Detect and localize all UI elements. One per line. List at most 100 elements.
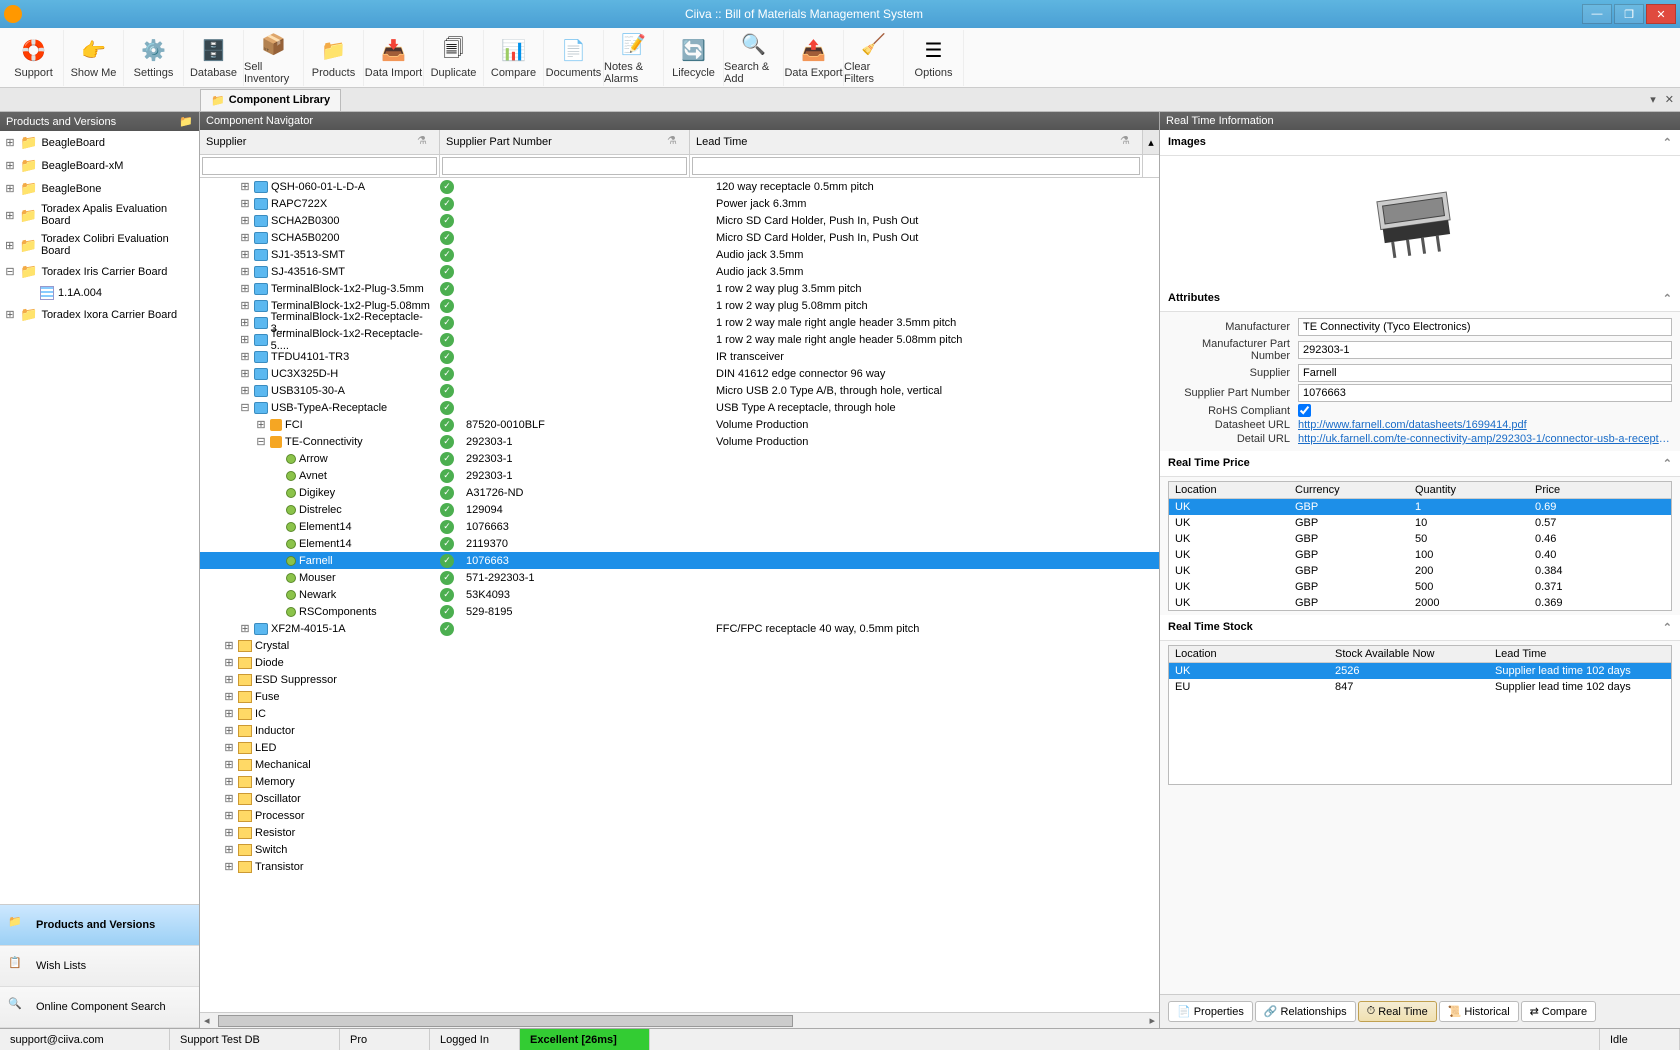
grid-row[interactable]: ⊞TerminalBlock-1x2-Receptacle-5.... ✓ 1 … (200, 331, 1159, 348)
col-quantity[interactable]: Quantity (1409, 482, 1529, 498)
expand-icon[interactable]: ⊞ (4, 209, 16, 222)
grid-row[interactable]: Farnell ✓ 1076663 (200, 552, 1159, 569)
grid-row[interactable]: Element14 ✓ 2119370 (200, 535, 1159, 552)
grid-row[interactable]: ⊞FCI ✓ 87520-0010BLF Volume Production (200, 416, 1159, 433)
grid-row[interactable]: Element14 ✓ 1076663 (200, 518, 1159, 535)
price-row[interactable]: UK GBP 200 0.384 (1169, 563, 1671, 579)
tree-item-version[interactable]: 1.1A.004 (0, 283, 199, 303)
col-stock[interactable]: Stock Available Now (1329, 646, 1489, 662)
grid-row[interactable]: ⊞SJ-43516-SMT ✓ Audio jack 3.5mm (200, 263, 1159, 280)
attr-input[interactable] (1298, 364, 1672, 382)
col-price[interactable]: Price (1529, 482, 1671, 498)
grid-row[interactable]: ⊟TE-Connectivity ✓ 292303-1 Volume Produ… (200, 433, 1159, 450)
grid-row[interactable]: ⊞Transistor (200, 858, 1159, 875)
expand-icon[interactable]: ⊟ (4, 265, 16, 278)
stock-row[interactable]: EU 847 Supplier lead time 102 days (1169, 679, 1671, 695)
expand-icon[interactable]: ⊞ (4, 182, 16, 195)
col-supplier[interactable]: Supplier ⚗ (200, 130, 440, 154)
component-grid[interactable]: ⊞QSH-060-01-L-D-A ✓ 120 way receptacle 0… (200, 178, 1159, 1012)
expand-icon[interactable]: ⊞ (239, 248, 251, 261)
expand-icon[interactable]: ⊞ (223, 673, 235, 686)
price-row[interactable]: UK GBP 500 0.371 (1169, 579, 1671, 595)
price-row[interactable]: UK GBP 2000 0.369 (1169, 595, 1671, 611)
ribbon-support-button[interactable]: 🛟 Support (4, 30, 64, 86)
nav-online-component-search[interactable]: 🔍 Online Component Search (0, 987, 199, 1028)
grid-row[interactable]: ⊞USB3105-30-A ✓ Micro USB 2.0 Type A/B, … (200, 382, 1159, 399)
grid-row[interactable]: ⊞Oscillator (200, 790, 1159, 807)
grid-row[interactable]: Distrelec ✓ 129094 (200, 501, 1159, 518)
filter-icon[interactable]: ⚗ (667, 134, 683, 150)
ribbon-notes-alarms-button[interactable]: 📝 Notes & Alarms (604, 30, 664, 86)
expand-icon[interactable]: ⊞ (4, 239, 16, 252)
expand-icon[interactable]: ⊞ (223, 707, 235, 720)
col-location[interactable]: Location (1169, 646, 1329, 662)
grid-row[interactable]: RSComponents ✓ 529-8195 (200, 603, 1159, 620)
ribbon-lifecycle-button[interactable]: 🔄 Lifecycle (664, 30, 724, 86)
expand-icon[interactable]: ⊟ (239, 401, 251, 414)
collapse-icon[interactable]: ⌃ (1663, 136, 1672, 149)
horizontal-scrollbar[interactable]: ◂ ▸ (200, 1012, 1159, 1028)
expand-icon[interactable]: ⊞ (239, 282, 251, 295)
grid-row[interactable]: ⊞IC (200, 705, 1159, 722)
grid-row[interactable]: Digikey ✓ A31726-ND (200, 484, 1159, 501)
expand-icon[interactable]: ⊞ (223, 690, 235, 703)
expand-icon[interactable]: ⊞ (239, 622, 251, 635)
minimize-button[interactable]: — (1582, 4, 1612, 24)
tree-item[interactable]: ⊞ 📁 Toradex Apalis Evaluation Board (0, 200, 199, 230)
expand-icon[interactable]: ⊞ (239, 180, 251, 193)
expand-icon[interactable]: ⊞ (239, 265, 251, 278)
tree-item[interactable]: ⊞ 📁 BeagleBone (0, 177, 199, 200)
expand-icon[interactable]: ⊞ (223, 656, 235, 669)
expand-icon[interactable]: ⊞ (223, 639, 235, 652)
detail-tab-relationships[interactable]: 🔗 Relationships (1255, 1001, 1356, 1022)
expand-icon[interactable]: ⊞ (223, 860, 235, 873)
ribbon-data-export-button[interactable]: 📤 Data Export (784, 30, 844, 86)
grid-row[interactable]: ⊞Mechanical (200, 756, 1159, 773)
grid-row[interactable]: ⊞ESD Suppressor (200, 671, 1159, 688)
grid-row[interactable]: ⊞Memory (200, 773, 1159, 790)
col-location[interactable]: Location (1169, 482, 1289, 498)
collapse-icon[interactable]: ⌃ (1663, 457, 1672, 470)
filter-icon[interactable]: ⚗ (417, 134, 433, 150)
nav-products-and-versions[interactable]: 📁 Products and Versions (0, 905, 199, 946)
price-row[interactable]: UK GBP 1 0.69 (1169, 499, 1671, 515)
nav-wish-lists[interactable]: 📋 Wish Lists (0, 946, 199, 987)
expand-icon[interactable]: ⊞ (239, 384, 251, 397)
expand-icon[interactable]: ⊞ (4, 136, 16, 149)
expand-icon[interactable]: ⊞ (239, 197, 251, 210)
grid-row[interactable]: Arrow ✓ 292303-1 (200, 450, 1159, 467)
grid-row[interactable]: ⊞Inductor (200, 722, 1159, 739)
grid-row[interactable]: ⊞Resistor (200, 824, 1159, 841)
price-row[interactable]: UK GBP 100 0.40 (1169, 547, 1671, 563)
close-button[interactable]: ✕ (1646, 4, 1676, 24)
col-lead-time[interactable]: Lead Time ⚗ (690, 130, 1143, 154)
expand-icon[interactable]: ⊞ (223, 809, 235, 822)
ribbon-clear-filters-button[interactable]: 🧹 Clear Filters (844, 30, 904, 86)
attr-input[interactable] (1298, 384, 1672, 402)
ribbon-documents-button[interactable]: 📄 Documents (544, 30, 604, 86)
attr-link[interactable]: http://uk.farnell.com/te-connectivity-am… (1298, 433, 1672, 445)
grid-row[interactable]: ⊞TerminalBlock-1x2-Plug-3.5mm ✓ 1 row 2 … (200, 280, 1159, 297)
expand-icon[interactable]: ⊟ (255, 435, 267, 448)
detail-tab-historical[interactable]: 📜 Historical (1439, 1001, 1519, 1022)
expand-icon[interactable]: ⊞ (239, 367, 251, 380)
scroll-up-icon[interactable]: ▴ (1143, 130, 1159, 154)
expand-icon[interactable]: ⊞ (223, 826, 235, 839)
tree-item[interactable]: ⊞ 📁 Toradex Ixora Carrier Board (0, 303, 199, 326)
expand-icon[interactable]: ⊞ (223, 724, 235, 737)
attr-checkbox[interactable] (1298, 404, 1311, 417)
grid-row[interactable]: ⊞XF2M-4015-1A ✓ FFC/FPC receptacle 40 wa… (200, 620, 1159, 637)
tab-component-library[interactable]: 📁 Component Library (200, 89, 341, 111)
grid-row[interactable]: Newark ✓ 53K4093 (200, 586, 1159, 603)
ribbon-show-me-button[interactable]: 👉 Show Me (64, 30, 124, 86)
grid-row[interactable]: ⊞RAPC722X ✓ Power jack 6.3mm (200, 195, 1159, 212)
attr-input[interactable] (1298, 318, 1672, 336)
ribbon-duplicate-button[interactable]: 🗐 Duplicate (424, 30, 484, 86)
expand-icon[interactable]: ⊞ (239, 350, 251, 363)
expand-icon[interactable]: ⊞ (223, 775, 235, 788)
detail-tab-real-time[interactable]: ⏱ Real Time (1358, 1001, 1437, 1022)
grid-row[interactable]: Avnet ✓ 292303-1 (200, 467, 1159, 484)
grid-row[interactable]: ⊞TFDU4101-TR3 ✓ IR transceiver (200, 348, 1159, 365)
filter-icon[interactable]: ⚗ (1120, 134, 1136, 150)
filter-leadtime-input[interactable] (692, 157, 1140, 175)
